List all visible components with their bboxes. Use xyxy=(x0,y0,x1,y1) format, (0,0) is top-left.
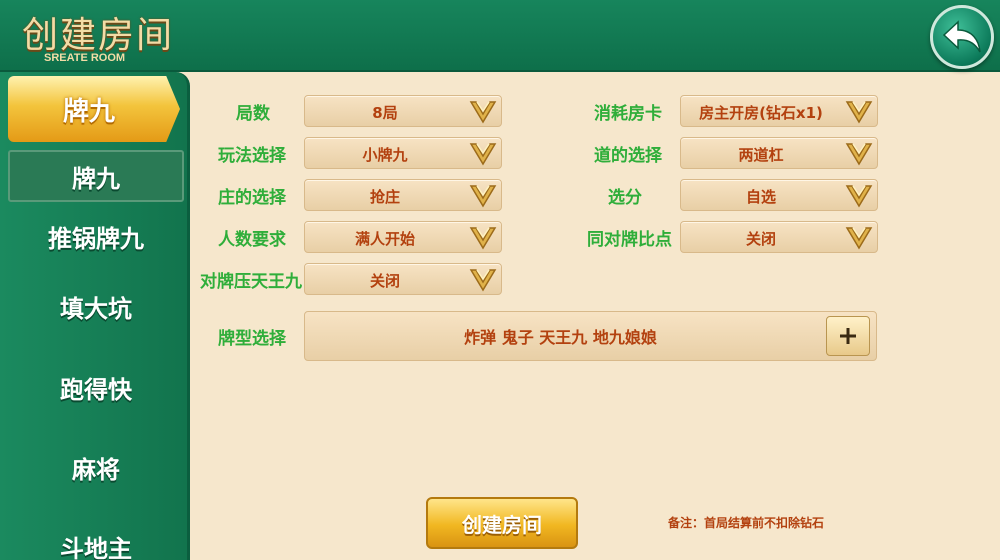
sidebar-active-tab[interactable]: 牌九 xyxy=(8,76,180,142)
sidebar-item-label: 麻将 xyxy=(72,455,120,484)
pair-compare-value: 关闭 xyxy=(745,229,776,248)
play-mode-dropdown[interactable]: 小牌九 xyxy=(304,137,502,169)
card-types-label: 牌型选择 xyxy=(218,329,286,349)
lanes-value: 两道杠 xyxy=(738,145,784,164)
play-mode-label: 玩法选择 xyxy=(218,146,286,166)
chevron-down-icon xyxy=(845,185,873,208)
players-value: 满人开始 xyxy=(354,229,415,248)
page-subtitle: SREATE ROOM xyxy=(44,52,126,64)
back-arrow-icon xyxy=(942,20,981,53)
sidebar-item-paijiu[interactable]: 牌九 xyxy=(8,150,184,202)
room-card-value: 房主开房(钻石x1) xyxy=(699,103,823,122)
sidebar-item-label: 斗地主 xyxy=(60,534,132,560)
chevron-down-icon xyxy=(845,101,873,124)
lanes-dropdown[interactable]: 两道杠 xyxy=(680,137,878,169)
room-card-label: 消耗房卡 xyxy=(594,104,662,124)
chevron-down-icon xyxy=(469,227,497,250)
rounds-dropdown[interactable]: 8局 xyxy=(304,95,502,127)
score-dropdown[interactable]: 自选 xyxy=(680,179,878,211)
chevron-down-icon xyxy=(845,143,873,166)
sidebar-item-paodekuai[interactable]: 跑得快 xyxy=(8,361,184,413)
score-label: 选分 xyxy=(608,188,642,208)
room-card-dropdown[interactable]: 房主开房(钻石x1) xyxy=(680,95,878,127)
sidebar-item-label: 跑得快 xyxy=(60,375,132,404)
sidebar-item-tuiguo-paijiu[interactable]: 推锅牌九 xyxy=(8,210,184,262)
rounds-value: 8局 xyxy=(372,103,398,122)
sidebar-item-tiandakeng[interactable]: 填大坑 xyxy=(8,280,184,332)
score-value: 自选 xyxy=(745,187,776,206)
create-room-button[interactable]: 创建房间 xyxy=(426,497,578,549)
banker-label: 庄的选择 xyxy=(218,188,286,208)
header-bar: 创建房间 SREATE ROOM xyxy=(0,0,1000,72)
card-types-value: 炸弹 鬼子 天王九 地九娘娘 xyxy=(464,328,657,347)
rounds-label: 局数 xyxy=(236,104,270,124)
back-button[interactable] xyxy=(930,5,994,69)
sidebar-item-doudizhu[interactable]: 斗地主 xyxy=(8,520,184,560)
banker-value: 抢庄 xyxy=(369,187,400,206)
sidebar-item-majiang[interactable]: 麻将 xyxy=(8,441,184,493)
plus-icon xyxy=(840,328,856,344)
diamond-note: 备注：首局结算前不扣除钻石 xyxy=(668,516,825,530)
play-mode-value: 小牌九 xyxy=(362,145,408,164)
chevron-down-icon xyxy=(845,227,873,250)
sidebar-item-label: 填大坑 xyxy=(60,294,132,323)
chevron-down-icon xyxy=(469,101,497,124)
card-types-selector[interactable]: 炸弹 鬼子 天王九 地九娘娘 xyxy=(304,311,877,361)
chevron-down-icon xyxy=(469,143,497,166)
banker-dropdown[interactable]: 抢庄 xyxy=(304,179,502,211)
pair-over-label: 对牌压天王九 xyxy=(200,272,302,292)
lanes-label: 道的选择 xyxy=(594,146,662,166)
add-card-type-button[interactable] xyxy=(826,316,870,356)
chevron-down-icon xyxy=(469,269,497,292)
pair-compare-label: 同对牌比点 xyxy=(587,230,672,250)
players-label: 人数要求 xyxy=(218,230,286,250)
pair-over-dropdown[interactable]: 关闭 xyxy=(304,263,502,295)
players-dropdown[interactable]: 满人开始 xyxy=(304,221,502,253)
sidebar-item-label: 推锅牌九 xyxy=(48,224,144,253)
pair-over-value: 关闭 xyxy=(369,271,400,290)
sidebar-item-label: 牌九 xyxy=(72,164,120,193)
game-sidebar: 牌九 牌九 推锅牌九 填大坑 跑得快 麻将 斗地主 xyxy=(0,72,190,560)
chevron-down-icon xyxy=(469,185,497,208)
sidebar-active-label: 牌九 xyxy=(62,96,115,127)
pair-compare-dropdown[interactable]: 关闭 xyxy=(680,221,878,253)
page-title: 创建房间 xyxy=(22,15,175,56)
